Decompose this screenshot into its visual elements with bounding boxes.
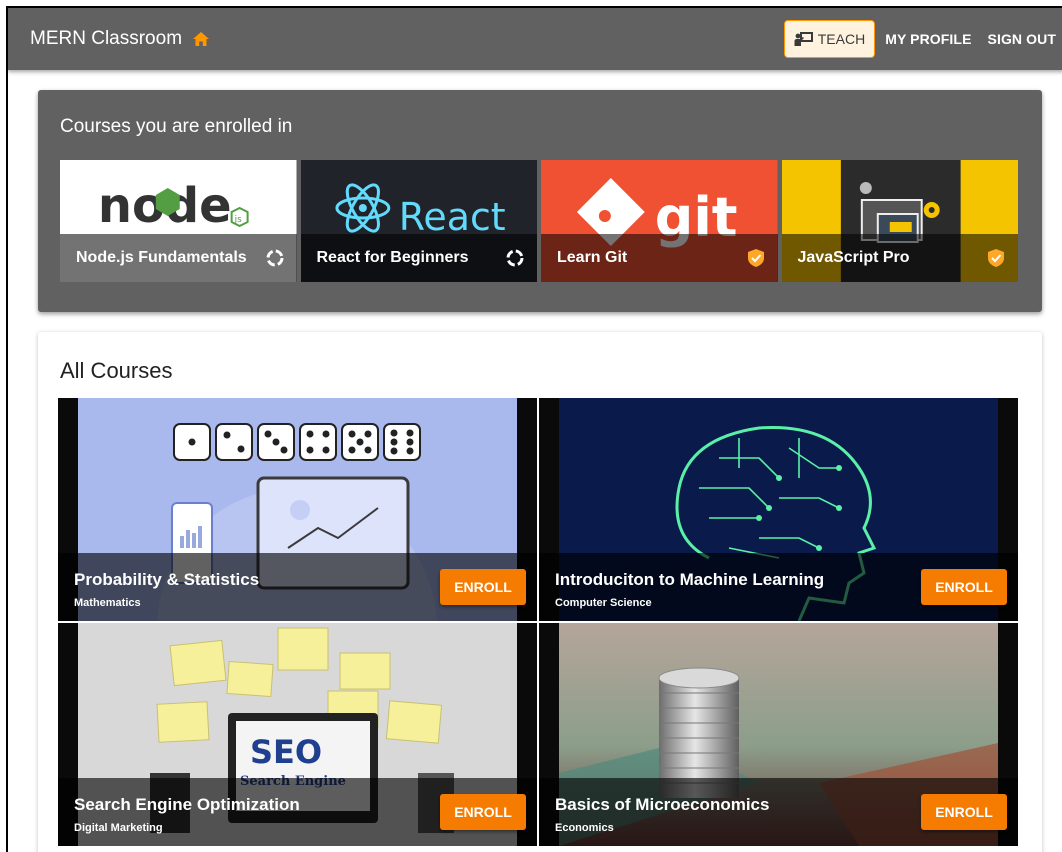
all-courses-title: All Courses <box>60 358 173 383</box>
course-card-bar: Search Engine Optimization Digital Marke… <box>58 778 537 846</box>
enrolled-card-bar: JavaScript Pro <box>781 234 1018 282</box>
enroll-button[interactable]: ENROLL <box>440 794 526 830</box>
progress-circle-icon <box>506 249 524 267</box>
course-category: Mathematics <box>74 597 141 609</box>
course-name: Search Engine Optimization <box>74 795 300 814</box>
course-card[interactable]: Basics of Microeconomics Economics ENROL… <box>539 623 1018 846</box>
course-category: Computer Science <box>555 597 652 609</box>
enrolled-course-card[interactable]: React React for Beginners <box>300 160 537 282</box>
enroll-button[interactable]: ENROLL <box>921 569 1007 605</box>
verified-shield-icon <box>988 249 1004 267</box>
course-card-bar: Probability & Statistics Mathematics ENR… <box>58 553 537 621</box>
enrolled-course-name: JavaScript Pro <box>797 249 910 266</box>
enrolled-course-name: Node.js Fundamentals <box>76 249 247 266</box>
teacher-icon <box>794 32 813 46</box>
course-card[interactable]: Probability & Statistics Mathematics ENR… <box>58 398 537 621</box>
enrolled-grid: node js Node.js Fundamentals <box>60 160 1018 282</box>
nav-links: TEACH MY PROFILE SIGN OUT <box>783 20 1062 58</box>
progress-circle-icon <box>266 249 283 267</box>
enroll-button[interactable]: ENROLL <box>921 794 1007 830</box>
node-logo-badge: js <box>234 215 242 225</box>
enrolled-course-name: React for Beginners <box>316 249 469 266</box>
course-name: Probability & Statistics <box>74 570 260 589</box>
enrolled-courses-panel: Courses you are enrolled in node js Node… <box>38 90 1042 312</box>
app-title: MERN Classroom <box>30 28 183 49</box>
enrolled-course-card[interactable]: git Learn Git <box>541 160 778 282</box>
all-courses-panel: All Courses Probability & Statistics Mat… <box>38 332 1042 852</box>
enrolled-title: Courses you are enrolled in <box>60 116 293 137</box>
react-logo-text: React <box>398 195 505 239</box>
course-name: Introduciton to Machine Learning <box>555 570 825 589</box>
seo-logo-text: SEO <box>250 733 322 771</box>
app-bar: MERN Classroom TEACH MY PROFILE SIGN OUT <box>8 8 1062 70</box>
enrolled-card-bar: React for Beginners <box>300 234 537 282</box>
course-card-bar: Introduciton to Machine Learning Compute… <box>539 553 1018 621</box>
app-frame: MERN Classroom TEACH MY PROFILE SIGN OUT… <box>6 6 1062 852</box>
course-category: Digital Marketing <box>74 822 163 834</box>
enrolled-card-bar: Learn Git <box>541 234 778 282</box>
course-card[interactable]: Introduciton to Machine Learning Compute… <box>539 398 1018 621</box>
verified-shield-icon <box>747 249 764 267</box>
course-category: Economics <box>555 822 614 834</box>
enrolled-course-name: Learn Git <box>557 249 628 266</box>
course-card[interactable]: SEO Search Engine Search Engine Optimiza… <box>58 623 537 846</box>
brand[interactable]: MERN Classroom <box>30 28 210 50</box>
enrolled-course-card[interactable]: node js Node.js Fundamentals <box>60 160 297 282</box>
sign-out-link[interactable]: SIGN OUT <box>988 31 1056 47</box>
teach-button[interactable]: TEACH <box>783 20 876 58</box>
course-card-bar: Basics of Microeconomics Economics ENROL… <box>539 778 1018 846</box>
home-icon[interactable] <box>192 31 210 47</box>
my-profile-link[interactable]: MY PROFILE <box>885 31 971 47</box>
teach-label: TEACH <box>817 31 866 47</box>
course-name: Basics of Microeconomics <box>555 795 770 814</box>
enrolled-card-bar: Node.js Fundamentals <box>60 234 297 282</box>
enrolled-course-card[interactable]: JavaScript Pro <box>781 160 1018 282</box>
enroll-button[interactable]: ENROLL <box>440 569 526 605</box>
